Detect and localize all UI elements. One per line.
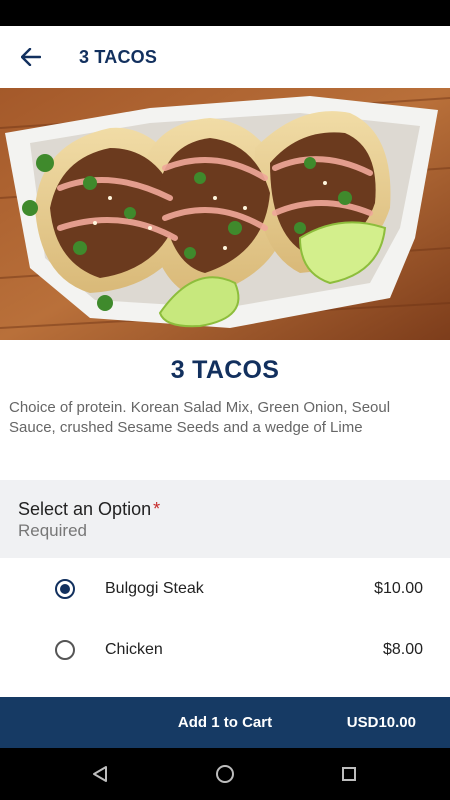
- option-group-subtitle: Required: [18, 521, 87, 540]
- add-to-cart-button[interactable]: Add 1 to Cart USD10.00: [0, 697, 450, 748]
- nav-recents-button[interactable]: [335, 760, 363, 788]
- status-bar: [0, 0, 450, 26]
- option-name: Bulgogi Steak: [105, 580, 204, 597]
- app-bar: 3 TACOS: [0, 26, 450, 88]
- nav-back-button[interactable]: [86, 760, 114, 788]
- back-button[interactable]: [9, 35, 53, 79]
- option-name: Chicken: [105, 641, 163, 658]
- option-price: $10.00: [374, 580, 423, 597]
- radio-checked[interactable]: [55, 579, 75, 599]
- option-price: $8.00: [382, 641, 423, 658]
- item-description: Choice of protein. Korean Salad Mix, Gre…: [9, 399, 391, 436]
- required-asterisk: *: [153, 499, 161, 519]
- item-title: 3 TACOS: [170, 356, 280, 384]
- page-title: 3 TACOS: [79, 46, 158, 67]
- option-group-title-text: Select an Option: [18, 499, 152, 519]
- option-group-header: Select an Option * Required: [0, 480, 450, 558]
- circle-home-icon: [216, 765, 234, 783]
- option-bulgogi-steak[interactable]: Bulgogi Steak $10.00: [0, 558, 450, 620]
- nav-home-button[interactable]: [211, 760, 239, 788]
- arrow-left-icon: [21, 48, 41, 66]
- tacos-photo: [0, 88, 450, 340]
- square-recents-icon: [342, 767, 356, 781]
- option-chicken[interactable]: Chicken $8.00: [0, 619, 450, 681]
- triangle-back-icon: [93, 766, 107, 782]
- cart-total: USD10.00: [346, 714, 416, 731]
- radio-unchecked[interactable]: [55, 640, 75, 660]
- option-group-title: Select an Option *: [18, 499, 160, 520]
- system-nav-bar: [0, 748, 450, 800]
